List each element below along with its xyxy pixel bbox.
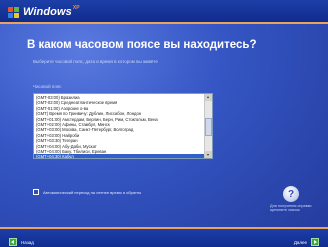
back-arrow-icon	[9, 238, 17, 246]
bottom-banner	[0, 227, 328, 247]
scroll-up-icon[interactable]	[205, 94, 212, 101]
page-title: В каком часовом поясе вы находитесь?	[27, 39, 257, 51]
help-icon[interactable]: ?	[283, 186, 299, 202]
timezone-item[interactable]: (GMT+04:30) Кабул	[34, 154, 204, 158]
next-button[interactable]: Далее	[294, 238, 319, 246]
listbox-scrollbar[interactable]	[204, 94, 212, 158]
next-label: Далее	[293, 239, 307, 245]
help-text: Для получения справки щелкните значок	[270, 204, 312, 213]
top-banner: Windows XP	[0, 0, 328, 24]
logo-superscript: XP	[72, 5, 80, 11]
dst-label: Автоматический переход на летнее время и…	[43, 189, 142, 195]
dst-option[interactable]: Автоматический переход на летнее время и…	[33, 189, 141, 195]
windows-flag-icon	[8, 6, 19, 18]
dst-checkbox[interactable]	[33, 189, 39, 195]
logo-text: Windows	[23, 6, 72, 18]
timezone-items: (GMT-03:00) Бразилиа (GMT-02:00) Среднеат…	[34, 95, 204, 158]
scroll-thumb[interactable]	[205, 118, 212, 136]
timezone-list-label: Часовой пояс	[33, 84, 62, 89]
timezone-listbox[interactable]: (GMT-03:00) Бразилиа (GMT-02:00) Среднеат…	[33, 93, 213, 159]
windows-logo: Windows XP	[8, 5, 80, 19]
setup-screen: Windows XP В каком часовом поясе вы нахо…	[0, 0, 328, 247]
next-arrow-icon	[311, 238, 319, 246]
scroll-down-icon[interactable]	[205, 151, 212, 158]
back-button[interactable]: Назад	[9, 238, 34, 246]
back-label: Назад	[21, 239, 34, 245]
page-subtitle: Выберите часовой пояс, дата и время в ко…	[33, 59, 158, 64]
